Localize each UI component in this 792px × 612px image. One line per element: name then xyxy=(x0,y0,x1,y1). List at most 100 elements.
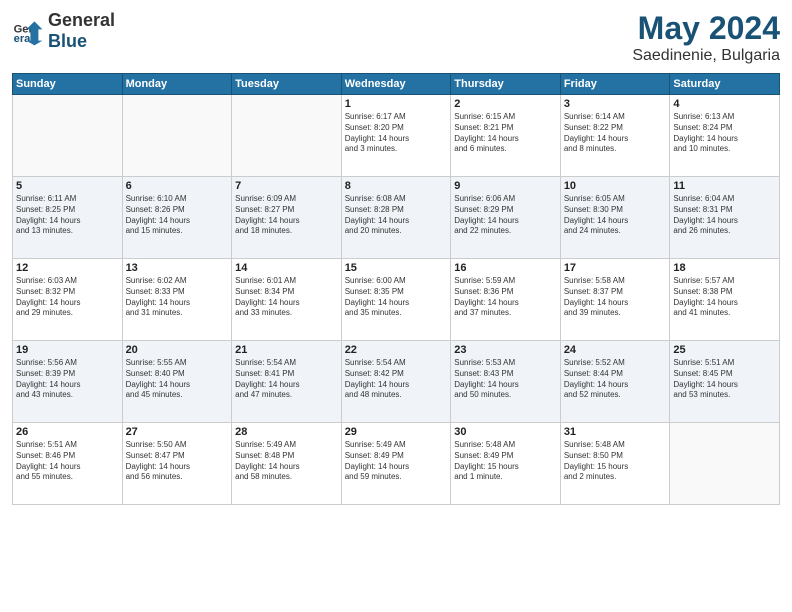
day-info: Sunrise: 5:59 AM Sunset: 8:36 PM Dayligh… xyxy=(454,276,557,319)
calendar-cell: 9Sunrise: 6:06 AM Sunset: 8:29 PM Daylig… xyxy=(451,177,561,259)
weekday-header-friday: Friday xyxy=(560,74,670,95)
day-info: Sunrise: 5:50 AM Sunset: 8:47 PM Dayligh… xyxy=(126,440,229,483)
day-number: 1 xyxy=(345,98,448,110)
day-number: 14 xyxy=(235,262,338,274)
day-number: 30 xyxy=(454,426,557,438)
calendar-container: Gen eral General Blue May 2024 Saedineni… xyxy=(0,0,792,515)
day-number: 5 xyxy=(16,180,119,192)
weekday-header-wednesday: Wednesday xyxy=(341,74,451,95)
calendar-cell: 18Sunrise: 5:57 AM Sunset: 8:38 PM Dayli… xyxy=(670,259,780,341)
calendar-cell: 17 Sunrise: 5:58 AM Sunset: 8:37 PM Dayli… xyxy=(560,259,670,341)
weekday-header-thursday: Thursday xyxy=(451,74,561,95)
day-number: 31 xyxy=(564,426,667,438)
day-number: 21 xyxy=(235,344,338,356)
day-info: Sunrise: 5:52 AM Sunset: 8:44 PM Dayligh… xyxy=(564,358,667,401)
logo-blue: Blue xyxy=(48,31,87,51)
day-info: Sunrise: 6:13 AM Sunset: 8:24 PM Dayligh… xyxy=(673,112,776,155)
calendar-cell xyxy=(670,423,780,505)
day-info: Sunrise: 6:05 AM Sunset: 8:30 PM Dayligh… xyxy=(564,194,667,237)
day-info: Sunrise: 6:08 AM Sunset: 8:28 PM Dayligh… xyxy=(345,194,448,237)
weekday-header-row: SundayMondayTuesdayWednesdayThursdayFrid… xyxy=(13,74,780,95)
day-number: 2 xyxy=(454,98,557,110)
calendar-cell: 7 Sunrise: 6:09 AM Sunset: 8:27 PM Daylig… xyxy=(232,177,342,259)
day-number: 9 xyxy=(454,180,557,192)
day-number: 7 xyxy=(235,180,338,192)
calendar-cell: 23 Sunrise: 5:53 AM Sunset: 8:43 PM Dayli… xyxy=(451,341,561,423)
calendar-cell: 20Sunrise: 5:55 AM Sunset: 8:40 PM Dayli… xyxy=(122,341,232,423)
day-number: 13 xyxy=(126,262,229,274)
month-title: May 2024 xyxy=(632,10,780,47)
day-number: 6 xyxy=(126,180,229,192)
calendar-cell: 19Sunrise: 5:56 AM Sunset: 8:39 PM Dayli… xyxy=(13,341,123,423)
header: Gen eral General Blue May 2024 Saedineni… xyxy=(12,10,780,65)
day-info: Sunrise: 5:54 AM Sunset: 8:41 PM Dayligh… xyxy=(235,358,338,401)
day-number: 24 xyxy=(564,344,667,356)
day-info: Sunrise: 5:51 AM Sunset: 8:46 PM Dayligh… xyxy=(16,440,119,483)
day-number: 28 xyxy=(235,426,338,438)
calendar-cell: 21 Sunrise: 5:54 AM Sunset: 8:41 PM Dayli… xyxy=(232,341,342,423)
calendar-cell: 3 Sunrise: 6:14 AM Sunset: 8:22 PM Daylig… xyxy=(560,95,670,177)
calendar-cell: 24 Sunrise: 5:52 AM Sunset: 8:44 PM Dayli… xyxy=(560,341,670,423)
day-info: Sunrise: 5:48 AM Sunset: 8:50 PM Dayligh… xyxy=(564,440,667,483)
day-info: Sunrise: 5:57 AM Sunset: 8:38 PM Dayligh… xyxy=(673,276,776,319)
calendar-cell: 28Sunrise: 5:49 AM Sunset: 8:48 PM Dayli… xyxy=(232,423,342,505)
calendar-cell: 2 Sunrise: 6:15 AM Sunset: 8:21 PM Daylig… xyxy=(451,95,561,177)
day-info: Sunrise: 6:02 AM Sunset: 8:33 PM Dayligh… xyxy=(126,276,229,319)
week-row-5: 26 Sunrise: 5:51 AM Sunset: 8:46 PM Dayli… xyxy=(13,423,780,505)
day-info: Sunrise: 6:00 AM Sunset: 8:35 PM Dayligh… xyxy=(345,276,448,319)
week-row-1: 1Sunrise: 6:17 AM Sunset: 8:20 PM Daylig… xyxy=(13,95,780,177)
day-info: Sunrise: 6:01 AM Sunset: 8:34 PM Dayligh… xyxy=(235,276,338,319)
day-number: 3 xyxy=(564,98,667,110)
day-number: 4 xyxy=(673,98,776,110)
day-number: 26 xyxy=(16,426,119,438)
day-number: 27 xyxy=(126,426,229,438)
calendar-cell: 13 Sunrise: 6:02 AM Sunset: 8:33 PM Dayli… xyxy=(122,259,232,341)
day-info: Sunrise: 5:53 AM Sunset: 8:43 PM Dayligh… xyxy=(454,358,557,401)
day-info: Sunrise: 6:09 AM Sunset: 8:27 PM Dayligh… xyxy=(235,194,338,237)
day-info: Sunrise: 5:48 AM Sunset: 8:49 PM Dayligh… xyxy=(454,440,557,483)
day-number: 22 xyxy=(345,344,448,356)
calendar-cell: 27 Sunrise: 5:50 AM Sunset: 8:47 PM Dayli… xyxy=(122,423,232,505)
week-row-4: 19Sunrise: 5:56 AM Sunset: 8:39 PM Dayli… xyxy=(13,341,780,423)
day-number: 15 xyxy=(345,262,448,274)
day-number: 8 xyxy=(345,180,448,192)
day-info: Sunrise: 5:49 AM Sunset: 8:49 PM Dayligh… xyxy=(345,440,448,483)
day-number: 12 xyxy=(16,262,119,274)
calendar-cell: 5 Sunrise: 6:11 AM Sunset: 8:25 PM Daylig… xyxy=(13,177,123,259)
day-info: Sunrise: 5:55 AM Sunset: 8:40 PM Dayligh… xyxy=(126,358,229,401)
calendar-cell: 10 Sunrise: 6:05 AM Sunset: 8:30 PM Dayli… xyxy=(560,177,670,259)
day-info: Sunrise: 6:03 AM Sunset: 8:32 PM Dayligh… xyxy=(16,276,119,319)
calendar-cell: 8 Sunrise: 6:08 AM Sunset: 8:28 PM Daylig… xyxy=(341,177,451,259)
calendar-table: SundayMondayTuesdayWednesdayThursdayFrid… xyxy=(12,73,780,505)
day-number: 17 xyxy=(564,262,667,274)
day-info: Sunrise: 5:58 AM Sunset: 8:37 PM Dayligh… xyxy=(564,276,667,319)
calendar-cell: 4 Sunrise: 6:13 AM Sunset: 8:24 PM Daylig… xyxy=(670,95,780,177)
day-number: 10 xyxy=(564,180,667,192)
calendar-cell: 30 Sunrise: 5:48 AM Sunset: 8:49 PM Dayli… xyxy=(451,423,561,505)
calendar-cell: 29Sunrise: 5:49 AM Sunset: 8:49 PM Dayli… xyxy=(341,423,451,505)
day-number: 25 xyxy=(673,344,776,356)
weekday-header-tuesday: Tuesday xyxy=(232,74,342,95)
calendar-cell: 26 Sunrise: 5:51 AM Sunset: 8:46 PM Dayli… xyxy=(13,423,123,505)
week-row-3: 12 Sunrise: 6:03 AM Sunset: 8:32 PM Dayli… xyxy=(13,259,780,341)
calendar-cell: 15 Sunrise: 6:00 AM Sunset: 8:35 PM Dayli… xyxy=(341,259,451,341)
weekday-header-sunday: Sunday xyxy=(13,74,123,95)
day-number: 23 xyxy=(454,344,557,356)
weekday-header-saturday: Saturday xyxy=(670,74,780,95)
calendar-cell: 11Sunrise: 6:04 AM Sunset: 8:31 PM Dayli… xyxy=(670,177,780,259)
calendar-cell: 22Sunrise: 5:54 AM Sunset: 8:42 PM Dayli… xyxy=(341,341,451,423)
calendar-cell: 31 Sunrise: 5:48 AM Sunset: 8:50 PM Dayli… xyxy=(560,423,670,505)
calendar-cell xyxy=(232,95,342,177)
day-info: Sunrise: 5:51 AM Sunset: 8:45 PM Dayligh… xyxy=(673,358,776,401)
calendar-cell: 1Sunrise: 6:17 AM Sunset: 8:20 PM Daylig… xyxy=(341,95,451,177)
calendar-cell: 25 Sunrise: 5:51 AM Sunset: 8:45 PM Dayli… xyxy=(670,341,780,423)
week-row-2: 5 Sunrise: 6:11 AM Sunset: 8:25 PM Daylig… xyxy=(13,177,780,259)
day-info: Sunrise: 6:15 AM Sunset: 8:21 PM Dayligh… xyxy=(454,112,557,155)
day-info: Sunrise: 6:14 AM Sunset: 8:22 PM Dayligh… xyxy=(564,112,667,155)
location-subtitle: Saedinenie, Bulgaria xyxy=(632,47,780,65)
day-number: 19 xyxy=(16,344,119,356)
day-number: 16 xyxy=(454,262,557,274)
day-info: Sunrise: 6:10 AM Sunset: 8:26 PM Dayligh… xyxy=(126,194,229,237)
logo-text: General Blue xyxy=(48,10,115,52)
day-info: Sunrise: 6:11 AM Sunset: 8:25 PM Dayligh… xyxy=(16,194,119,237)
